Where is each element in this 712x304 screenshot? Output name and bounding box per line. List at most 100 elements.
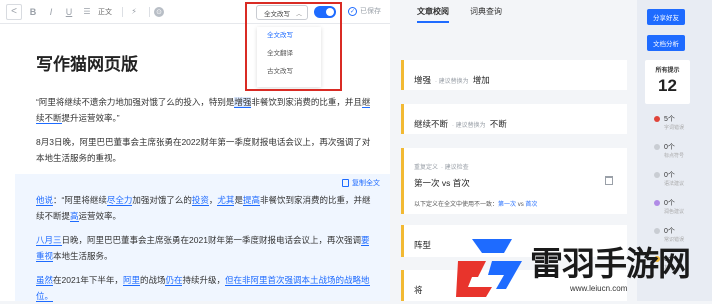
category-dot [654,200,660,206]
style-select[interactable]: 正文 [98,7,112,17]
all-hints-count: 12 [658,76,677,95]
paragraph-1[interactable]: “阿里将继续不遗余力地加强对饿了么的投入，特别是增强非餐饮到家消费的比重，并且继… [36,94,376,126]
all-hints-box[interactable]: 所有提示 12 [645,60,690,104]
share-button[interactable]: 分享好友 [647,9,685,25]
changed-word[interactable]: 要 [360,235,370,246]
text-segment: 日晚，阿里巴巴董事会主席张勇在2021财年第一季度财报电话会议上，再次强调 [61,235,361,245]
changed-word[interactable]: 但在非阿里首次强调本土战 [225,275,328,286]
text-segment: 提升运营效率。” [61,113,120,123]
suggestion-card[interactable]: 继续不断 · 建议替换为 不断 [401,104,627,134]
rewrite-paragraph-1: 他说：“阿里将继续尽全力加强对饿了么的投资，尤其是提高非餐饮到家消费的比重，并继… [36,192,376,224]
changed-word[interactable]: 投资 [191,195,209,206]
suggestion-word: 将 [414,285,423,295]
category-count: 0个 [664,144,675,151]
text-segment: 是 [234,195,243,205]
changed-word[interactable]: 重视 [36,251,54,262]
category-count: 0个 [664,200,675,207]
watermark-brand: 雷羽手游网 [530,244,691,283]
text-segment: 本地生活服务。 [53,251,113,261]
check-circle-icon: ✓ [348,6,357,16]
hint-category[interactable]: 0个标点符号 [654,142,684,159]
copy-all-label: 复制全文 [352,180,380,187]
changed-word[interactable]: 尽全力 [106,195,133,206]
text-segment: “阿里将继续不遗余力地加强对饿了么的投入，特别是 [36,97,235,107]
suggestion-type: 重复定义 [414,165,439,171]
category-label: 标点符号 [664,153,685,159]
suggestion-replacement[interactable]: 不断 [490,119,507,129]
text-segment: 持续升级， [182,275,225,285]
changed-word[interactable]: 阿里 [122,275,140,286]
bold-button[interactable]: B [26,4,40,20]
suggestion-word: 第一次 vs 首次 [414,178,470,188]
tab-dictionary[interactable]: 词典查询 [470,6,502,17]
analysis-button[interactable]: 文档分析 [647,35,685,51]
suggestion-replacement[interactable]: 增加 [473,75,490,85]
chevron-up-icon: ︿ [295,12,302,18]
trash-icon[interactable] [605,176,613,185]
list-icon[interactable]: ☰ [80,4,94,20]
watermark-url: www.leiucn.com [570,284,628,293]
changed-word[interactable]: 尤其 [217,195,235,206]
suggestion-card[interactable]: 重复定义 · 建议检查 第一次 vs 首次 以下定义在全文中使用不一致：第一次 v… [401,148,627,214]
lightning-icon[interactable]: ⚡ [127,4,141,20]
rewrite-paragraph-2: 八月三日晚，阿里巴巴董事会主席张勇在2021财年第一季度财报电话会议上，再次强调… [36,232,376,264]
suggestion-word: 继续不断 [414,119,449,129]
document-title[interactable]: 写作猫网页版 [36,50,138,75]
suggestion-hint: · 建议替换为 [435,79,469,85]
all-hints-label: 所有提示 [655,68,680,74]
rewrite-toggle[interactable] [314,6,336,18]
back-button[interactable]: < [6,3,22,20]
editor-area[interactable]: 写作猫网页版 “阿里将继续不遗余力地加强对饿了么的投入，特别是增强非餐饮到家消费… [0,24,390,304]
changed-word[interactable]: 提高 [242,195,260,206]
changed-word[interactable]: 高 [70,211,79,222]
copy-all-button[interactable]: 复制全文 [342,178,380,188]
text-segment: 加强对饿了么的 [132,195,192,205]
rewrite-mode-value: 全文改写 [264,10,290,18]
category-dot [654,172,660,178]
mode-option-full-rewrite[interactable]: 全文改写 [257,27,321,45]
rewrite-paragraph-3: 虽然在2021年下半年，阿里的战场仍在持续升级，但在非阿里首次强调本土战场的战略… [36,272,376,304]
suggestion-detail: vs [516,202,526,208]
rewrite-mode-select[interactable]: 全文改写 ︿ [256,5,308,20]
text-segment: 运营效率。 [78,211,122,221]
changed-word[interactable]: 三 [53,235,62,246]
category-dot [654,144,660,150]
hint-category[interactable]: 0个 语法建议 [654,170,684,187]
suggestion-detail-term[interactable]: 第一次 [498,202,516,208]
rewrite-mode-dropdown: 全文改写 全文翻译 古文改写 [257,27,321,87]
text-segment: ：“阿里将继续 [53,195,107,205]
changed-word[interactable]: 虽然 [36,275,54,286]
rewrite-result-panel: 复制全文 他说：“阿里将继续尽全力加强对饿了么的投资，尤其是提高非餐饮到家消费的… [15,174,390,304]
suggestion-hint: · 建议替换为 [452,123,486,129]
flagged-word[interactable]: 增强 [234,97,252,108]
suggestion-card[interactable]: 增强 · 建议替换为 增加 [401,60,627,90]
underline-button[interactable]: U [62,4,76,20]
suggestion-word: 增强 [414,75,432,85]
saved-label: 已保存 [360,8,381,15]
suggestion-detail: 以下定义在全文中使用不一致： [414,202,499,208]
italic-button[interactable]: I [44,4,58,20]
changed-word[interactable]: 他说 [36,195,54,206]
text-segment: 的战场 [139,275,166,285]
info-icon[interactable]: ⊙ [154,6,164,17]
mode-option-full-translate[interactable]: 全文翻译 [257,45,321,63]
text-segment: 非餐饮到家消费的比重，并且 [251,97,362,107]
suggestion-word: 阵型 [414,240,432,250]
saved-status: ✓ 已保存 [348,6,381,16]
paragraph-2[interactable]: 8月3日晚，阿里巴巴董事会主席张勇在2022财年第一季度财报电话会议上，再次强调… [36,134,376,166]
category-label: 润色建议 [664,209,685,215]
toolbar-divider [149,6,150,17]
category-count: 0个 [664,172,675,179]
tab-proofread[interactable]: 文章校阅 [417,6,449,23]
hint-category[interactable]: 0个润色建议 [654,198,684,215]
suggestion-detail-term[interactable]: 首次 [525,202,537,208]
suggestion-hint: · 建议检查 [441,165,469,171]
hint-category[interactable]: 5个字词错误 [654,114,684,131]
category-label: 字词错误 [664,125,685,131]
category-count: 5个 [664,116,675,123]
changed-word[interactable]: 仍在 [165,275,183,286]
text-segment: 在2021年下半年， [53,275,123,285]
changed-word[interactable]: 八月 [36,235,54,246]
watermark-logo-icon [456,239,522,297]
mode-option-classical-rewrite[interactable]: 古文改写 [257,63,321,81]
